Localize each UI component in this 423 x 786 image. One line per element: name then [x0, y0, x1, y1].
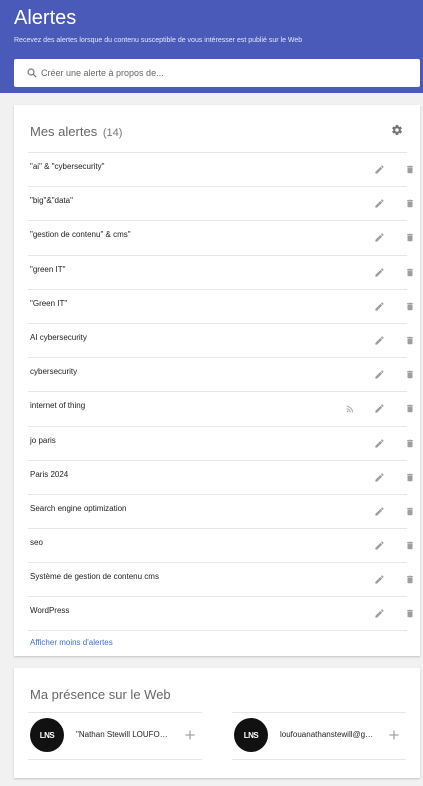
- presence-profile[interactable]: LNS "Nathan Stewill LOUFOUANA": [28, 712, 202, 760]
- avatar: LNS: [30, 718, 64, 752]
- gear-icon[interactable]: [391, 124, 403, 136]
- alert-item[interactable]: "gestion de contenu" & cms": [28, 220, 413, 254]
- trash-icon[interactable]: [405, 369, 415, 380]
- pencil-icon[interactable]: [374, 438, 385, 449]
- alert-label[interactable]: internet of thing: [30, 401, 85, 410]
- pencil-icon[interactable]: [374, 232, 385, 243]
- alert-label[interactable]: "Green IT": [30, 299, 67, 308]
- profile-name: "Nathan Stewill LOUFOUANA": [76, 730, 172, 739]
- trash-icon[interactable]: [405, 267, 415, 278]
- alert-item[interactable]: jo paris: [28, 425, 413, 460]
- trash-icon[interactable]: [405, 506, 415, 517]
- pencil-icon[interactable]: [374, 608, 385, 619]
- presence-profile[interactable]: LNS loufouanathanstewill@gmail.com: [232, 712, 406, 760]
- pencil-icon[interactable]: [374, 472, 385, 483]
- create-alert-input[interactable]: [41, 64, 401, 82]
- rss-icon[interactable]: [345, 404, 355, 414]
- trash-icon[interactable]: [405, 608, 415, 619]
- alert-label[interactable]: cybersecurity: [30, 367, 77, 376]
- pencil-icon[interactable]: [374, 403, 385, 414]
- trash-icon[interactable]: [405, 164, 415, 175]
- pencil-icon[interactable]: [374, 267, 385, 278]
- alert-item[interactable]: Search engine optimization: [28, 493, 413, 528]
- alert-item[interactable]: "Green IT": [28, 288, 413, 323]
- alert-label[interactable]: "big"&"data": [30, 196, 73, 205]
- alert-item[interactable]: cybersecurity: [28, 357, 413, 391]
- trash-icon[interactable]: [405, 438, 415, 449]
- pencil-icon[interactable]: [374, 164, 385, 175]
- alert-item[interactable]: Système de gestion de contenu cms: [28, 562, 413, 596]
- alert-label[interactable]: "gestion de contenu" & cms": [30, 230, 131, 239]
- trash-icon[interactable]: [405, 301, 415, 312]
- web-presence-card: Ma présence sur le Web LNS "Nathan Stewi…: [14, 668, 420, 778]
- plus-icon[interactable]: [389, 730, 399, 740]
- alert-label[interactable]: "ai" & "cybersecurity": [30, 162, 105, 171]
- pencil-icon[interactable]: [374, 335, 385, 346]
- pencil-icon[interactable]: [374, 506, 385, 517]
- alert-label[interactable]: WordPress: [30, 606, 69, 615]
- alert-label[interactable]: Système de gestion de contenu cms: [30, 572, 159, 581]
- page-title: Alertes: [14, 7, 77, 29]
- avatar: LNS: [234, 718, 268, 752]
- alert-label[interactable]: AI cybersecurity: [30, 333, 87, 342]
- trash-icon[interactable]: [405, 574, 415, 585]
- trash-icon[interactable]: [405, 198, 415, 209]
- show-less-alerts-link[interactable]: Afficher moins d'alertes: [30, 638, 113, 647]
- trash-icon[interactable]: [405, 403, 415, 414]
- trash-icon[interactable]: [405, 472, 415, 483]
- pencil-icon[interactable]: [374, 540, 385, 551]
- alert-label[interactable]: Search engine optimization: [30, 504, 127, 513]
- profile-name: loufouanathanstewill@gmail.com: [280, 730, 376, 739]
- my-alerts-heading: Mes alertes (14): [30, 124, 122, 139]
- alert-item[interactable]: "green IT": [28, 254, 413, 289]
- trash-icon[interactable]: [405, 335, 415, 346]
- pencil-icon[interactable]: [374, 369, 385, 380]
- app-header: Alertes Recevez des alertes lorsque du c…: [0, 0, 423, 93]
- alert-item[interactable]: seo: [28, 528, 413, 562]
- pencil-icon[interactable]: [374, 574, 385, 585]
- my-alerts-card: Mes alertes (14) "ai" & "cybersecurity" …: [14, 105, 420, 656]
- alert-label[interactable]: jo paris: [30, 436, 56, 445]
- plus-icon[interactable]: [185, 730, 195, 740]
- alert-item[interactable]: internet of thing: [28, 391, 413, 425]
- pencil-icon[interactable]: [374, 301, 385, 312]
- search-icon: [27, 68, 37, 78]
- alerts-list: "ai" & "cybersecurity" "big"&"data" "ges…: [28, 152, 413, 631]
- trash-icon[interactable]: [405, 540, 415, 551]
- alerts-count: (14): [102, 127, 123, 139]
- pencil-icon[interactable]: [374, 198, 385, 209]
- my-alerts-title: Mes alertes: [30, 124, 98, 139]
- alert-label[interactable]: Paris 2024: [30, 470, 68, 479]
- web-presence-title: Ma présence sur le Web: [30, 687, 171, 702]
- alert-label[interactable]: seo: [30, 538, 43, 547]
- alert-item[interactable]: WordPress: [28, 596, 413, 631]
- alert-item[interactable]: Paris 2024: [28, 459, 413, 494]
- page-subtitle: Recevez des alertes lorsque du contenu s…: [14, 37, 303, 44]
- alert-item[interactable]: "ai" & "cybersecurity": [28, 152, 413, 186]
- create-alert-search-box[interactable]: [14, 59, 420, 87]
- alert-label[interactable]: "green IT": [30, 265, 65, 274]
- alert-item[interactable]: "big"&"data": [28, 186, 413, 220]
- alert-item[interactable]: AI cybersecurity: [28, 322, 413, 357]
- trash-icon[interactable]: [405, 232, 415, 243]
